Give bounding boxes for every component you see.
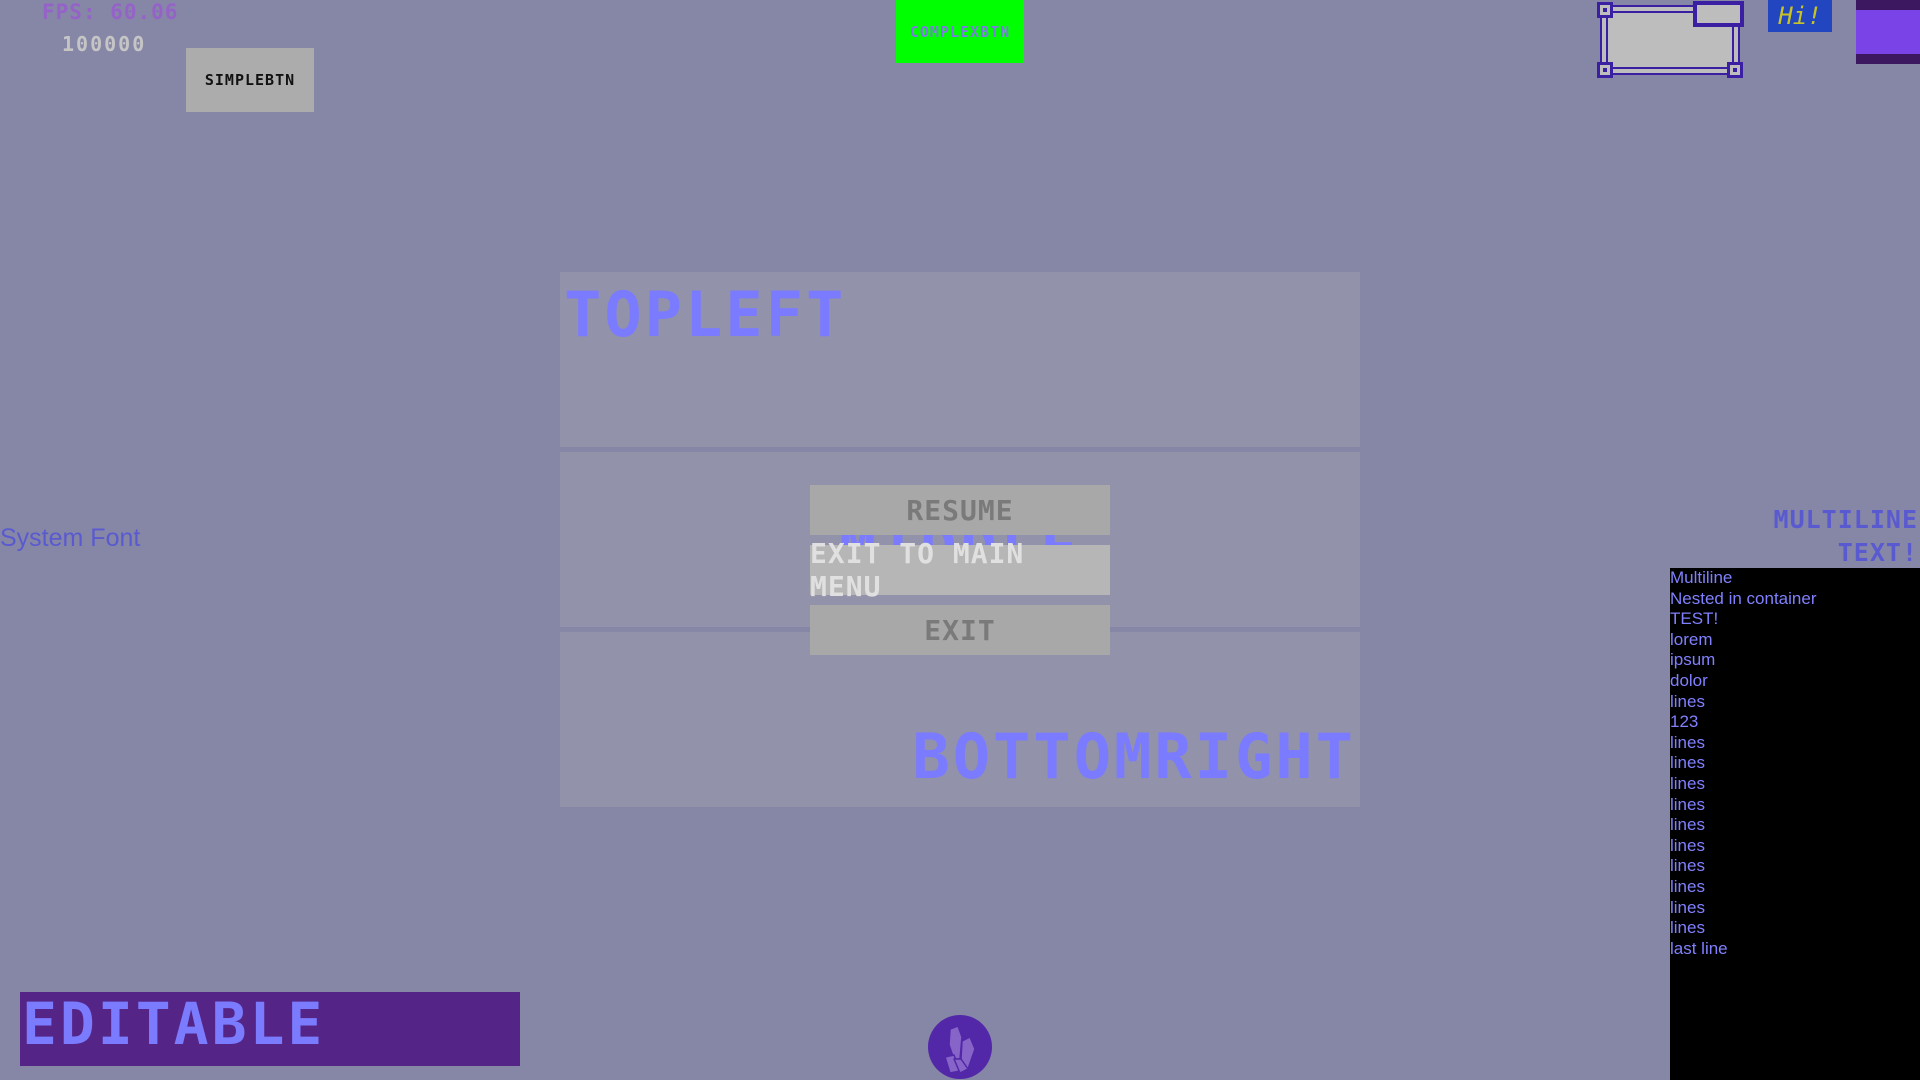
score-counter: 100000	[62, 32, 147, 56]
list-item: Multiline	[1670, 568, 1733, 587]
list-item: lines	[1670, 897, 1705, 917]
hi-label: Hi!	[1768, 0, 1832, 32]
list-item: lines	[1670, 732, 1705, 752]
list-item: lines	[1670, 815, 1705, 835]
simple-button-label: SIMPLEBTN	[204, 71, 296, 89]
complex-button[interactable]: COMPLEXBTN	[896, 0, 1024, 63]
list-item: lines	[1670, 918, 1705, 938]
list-item: last line	[1670, 938, 1728, 958]
nine-patch-frame	[1597, 1, 1744, 78]
list-item: lines	[1670, 876, 1705, 896]
list-item: ipsum	[1670, 650, 1716, 670]
exit-button[interactable]: EXIT	[810, 605, 1110, 655]
list-item: TEST!	[1670, 609, 1719, 629]
resume-button[interactable]: RESUME	[810, 485, 1110, 535]
resume-button-label: RESUME	[906, 493, 1014, 527]
simple-button[interactable]: SIMPLEBTN	[186, 48, 314, 112]
list-item: Nested in container	[1670, 588, 1817, 608]
list-item: lines	[1670, 691, 1705, 711]
list-item: lines	[1670, 835, 1705, 855]
multiline-title: MULTILINE TEXT!	[1774, 503, 1918, 569]
exit-button-label: EXIT	[924, 613, 996, 647]
exit-to-main-menu-button[interactable]: EXIT TO MAIN MENU	[810, 537, 1110, 603]
multiline-title-line: MULTILINE	[1773, 505, 1918, 534]
list-item: dolor	[1670, 670, 1708, 690]
nested-text-container[interactable]: Multiline Nested in container TEST! lore…	[1670, 568, 1920, 1080]
panel-bottom: BOTTOMRIGHT	[560, 632, 1360, 807]
topleft-label: TOPLEFT	[564, 278, 847, 351]
purple-block	[1856, 0, 1920, 64]
list-item: lorem	[1670, 629, 1713, 649]
system-font-label: System Font	[0, 524, 141, 552]
list-item: lines	[1670, 773, 1705, 793]
editable-text-field[interactable]: EDITABLE	[20, 992, 520, 1066]
list-item: lines	[1670, 856, 1705, 876]
panel-top: TOPLEFT	[560, 272, 1360, 447]
hi-text: Hi!	[1778, 2, 1822, 30]
exit-to-main-menu-label: EXIT TO MAIN MENU	[810, 537, 1025, 603]
crystal-logo-icon[interactable]	[928, 1015, 992, 1079]
list-item: lines	[1670, 794, 1705, 814]
complex-button-label: COMPLEXBTN	[909, 22, 1011, 41]
list-item: lines	[1670, 753, 1705, 773]
multiline-title-line: TEXT!	[1837, 538, 1918, 567]
fps-counter: FPS: 60.06	[42, 0, 179, 24]
bottomright-label: BOTTOMRIGHT	[912, 720, 1356, 793]
list-item: 123	[1670, 712, 1699, 732]
